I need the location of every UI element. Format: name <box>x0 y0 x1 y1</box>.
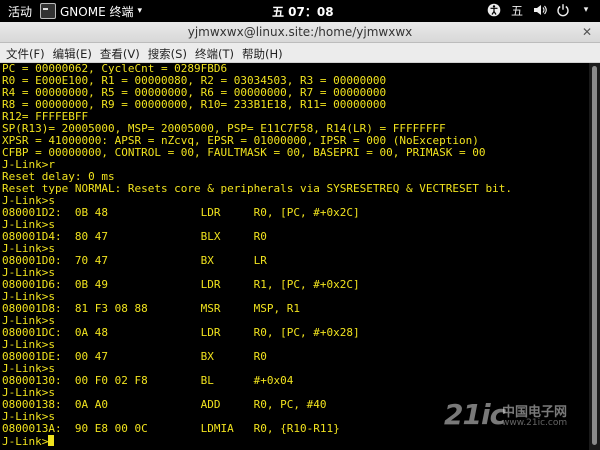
menu-terminal[interactable]: 终端(T) <box>191 43 238 62</box>
top-bar: 活动 GNOME 终端 ▾ 五 07：08 五 ▾ <box>0 0 600 22</box>
app-menu[interactable]: GNOME 终端 ▾ <box>40 1 142 21</box>
power-icon[interactable] <box>555 2 571 18</box>
scrollbar-thumb[interactable] <box>592 66 597 445</box>
terminal-line: 080001D8: 81 F3 08 88 MSR MSP, R1 <box>2 302 301 315</box>
terminal-output[interactable]: PC = 00000062, CycleCnt = 0289FBD6 R0 = E… <box>0 63 589 450</box>
menu-search[interactable]: 搜索(S) <box>144 43 191 62</box>
menu-view[interactable]: 查看(V) <box>96 43 144 62</box>
watermark-url: www.21ic.com <box>502 418 568 428</box>
activities-button[interactable]: 活动 <box>8 3 32 20</box>
scrollbar[interactable] <box>589 63 600 450</box>
terminal-line: CFBP = 00000000, CONTROL = 00, FAULTMASK… <box>2 146 486 159</box>
terminal-line: 080001D0: 70 47 BX LR <box>2 254 267 267</box>
volume-icon[interactable] <box>532 2 548 18</box>
menu-bar: 文件(F) 编辑(E) 查看(V) 搜索(S) 终端(T) 帮助(H) <box>0 43 600 63</box>
window-title: yjmwxwx@linux.site:/home/yjmwxwx <box>187 25 413 39</box>
accessibility-icon[interactable] <box>486 2 502 18</box>
watermark-main: 21ic <box>444 398 506 431</box>
terminal-cursor <box>48 435 55 446</box>
chevron-down-icon: ▾ <box>137 6 143 16</box>
menu-edit[interactable]: 编辑(E) <box>49 43 96 62</box>
terminal-line: 080001D4: 80 47 BLX R0 <box>2 230 267 243</box>
system-tray[interactable]: 五 ▾ <box>486 2 594 18</box>
terminal-line: Reset type NORMAL: Resets core & periphe… <box>2 182 512 195</box>
terminal-text: PC = 00000062, CycleCnt = 0289FBD6 R0 = E… <box>0 63 589 448</box>
watermark-logo: 21ic 中国电子网 www.21ic.com <box>444 398 584 438</box>
menu-file[interactable]: 文件(F) <box>0 43 49 62</box>
terminal-line: 080001DE: 00 47 BX R0 <box>2 350 267 363</box>
clock[interactable]: 五 07：08 <box>272 3 334 20</box>
terminal-line: 080001D6: 0B 49 LDR R1, [PC, #+0x2C] <box>2 278 360 291</box>
terminal-line: 080001D2: 0B 48 LDR R0, [PC, #+0x2C] <box>2 206 360 219</box>
chevron-down-icon[interactable]: ▾ <box>578 2 594 18</box>
app-menu-label: GNOME 终端 <box>60 4 134 19</box>
window-titlebar[interactable]: yjmwxwx@linux.site:/home/yjmwxwx ✕ <box>0 22 600 43</box>
terminal-line: 080001DC: 0A 48 LDR R0, [PC, #+0x28] <box>2 326 360 339</box>
close-icon[interactable]: ✕ <box>580 25 594 39</box>
menu-help[interactable]: 帮助(H) <box>238 43 287 62</box>
input-method-icon[interactable]: 五 <box>509 2 525 18</box>
terminal-line: 08000130: 00 F0 02 F8 BL #+0x04 <box>2 374 294 387</box>
terminal-app-icon <box>40 3 56 19</box>
terminal-line: R8 = 00000000, R9 = 00000000, R10= 233B1… <box>2 98 387 111</box>
terminal-window: yjmwxwx@linux.site:/home/yjmwxwx ✕ 文件(F)… <box>0 22 600 450</box>
input-method-label: 五 <box>510 3 523 18</box>
